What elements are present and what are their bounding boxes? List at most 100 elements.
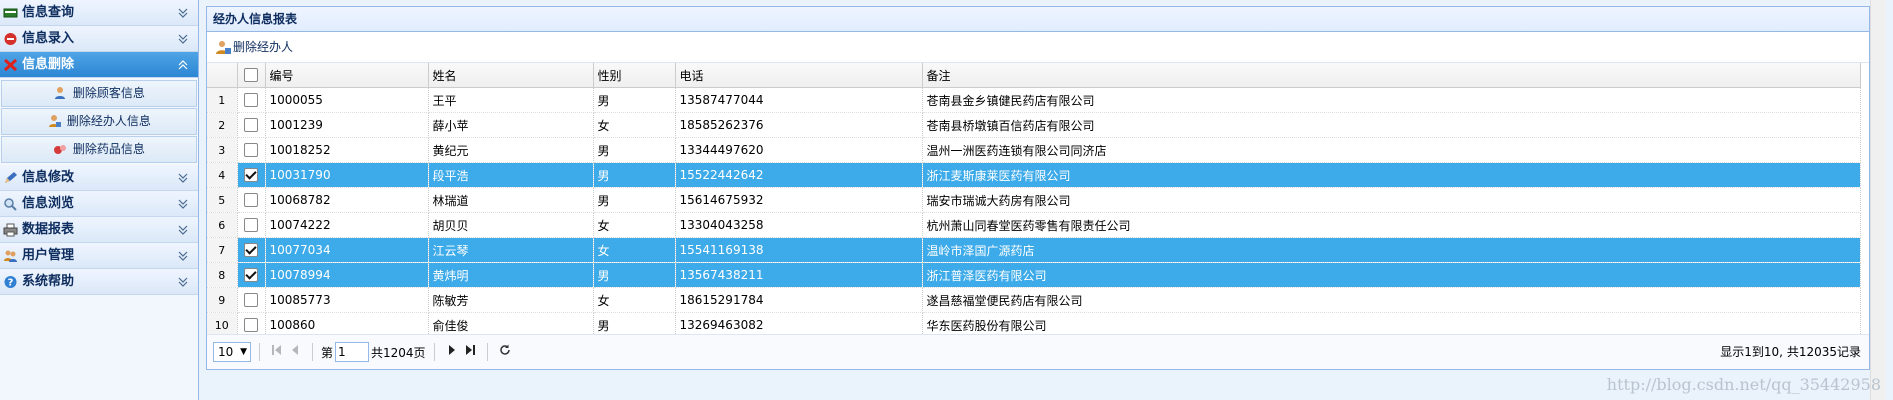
last-page-icon[interactable] [461, 343, 479, 361]
chevron-down-icon[interactable] [176, 243, 190, 269]
col-header-sex[interactable]: 性别 [593, 63, 676, 88]
chevron-down-icon[interactable] [176, 26, 190, 52]
submenu-delete-drug[interactable]: 删除药品信息 [1, 136, 197, 163]
help-icon: ? [4, 276, 17, 289]
menu-system-help[interactable]: ? 系统帮助 [0, 269, 198, 295]
cell-name: 段平浩 [428, 162, 594, 188]
menu-info-entry[interactable]: 信息录入 [0, 26, 198, 52]
toolbar: 删除经办人 [207, 32, 1869, 63]
table-row[interactable]: 1 1000055 王平男 13587477044 苍南县金乡镇健民药店有限公司 [207, 87, 1861, 113]
row-checkbox[interactable] [237, 112, 266, 138]
first-page-icon[interactable] [268, 343, 286, 361]
cell-sex: 女 [593, 212, 676, 238]
page-size-value: 10 [218, 345, 234, 359]
cell-sex: 女 [593, 112, 676, 138]
pager-info: 显示1到10, 共12035记录 [1720, 345, 1861, 359]
menu-label: 信息录入 [22, 31, 75, 46]
menu-info-delete[interactable]: 信息删除 [0, 52, 198, 78]
printer-icon [3, 223, 18, 237]
row-checkbox[interactable] [237, 212, 266, 238]
col-header-name[interactable]: 姓名 [428, 63, 594, 88]
refresh-icon[interactable] [496, 343, 514, 361]
row-checkbox[interactable] [237, 287, 266, 313]
menu-info-modify[interactable]: 信息修改 [0, 165, 198, 191]
cell-name: 黄纪元 [428, 137, 594, 163]
page-size-select[interactable]: 10 ▼ [213, 342, 251, 362]
submenu-delete-customer[interactable]: 删除顾客信息 [1, 80, 197, 107]
table-row[interactable]: 4 10031790 段平浩男 15522442642 浙江麦斯康莱医药有限公司 [207, 162, 1861, 188]
pager-separator [433, 343, 435, 361]
table-row[interactable]: 3 10018252 黄纪元男 13344497620 温州一洲医药连锁有限公司同济店 [207, 137, 1861, 163]
cell-phone: 13344497620 [675, 137, 923, 163]
table-row[interactable]: 5 10068782 林瑞道男 15614675932 瑞安市瑞诚大药房有限公司 [207, 187, 1861, 213]
cell-phone: 15522442642 [675, 162, 923, 188]
menu-user-management[interactable]: 用户管理 [0, 243, 198, 269]
row-checkbox[interactable] [237, 137, 266, 163]
cell-phone: 13304043258 [675, 212, 923, 238]
table-row[interactable]: 9 10085773 陈敏芳女 18615291784 遂昌慈福堂便民药店有限公司 [207, 287, 1861, 313]
row-number: 6 [207, 212, 238, 238]
chevron-down-icon[interactable] [176, 191, 190, 217]
watermark: http://blog.csdn.net/qq_35442958 [1606, 375, 1881, 394]
cell-id: 10085773 [265, 287, 429, 313]
rownum-header [207, 63, 238, 88]
cell-name: 王平 [428, 87, 594, 113]
select-all-checkbox[interactable] [237, 63, 266, 88]
menu-label: 信息查询 [22, 5, 75, 20]
red-circle-icon [4, 33, 17, 45]
pager-separator [312, 343, 313, 361]
menu-info-browse[interactable]: 信息浏览 [0, 191, 198, 217]
col-header-note[interactable]: 备注 [922, 63, 1861, 88]
pager-separator [486, 343, 488, 361]
submenu-delete-agent[interactable]: 删除经办人信息 [1, 108, 197, 135]
cell-name: 胡贝贝 [428, 212, 594, 238]
table-row[interactable]: 6 10074222 胡贝贝女 13304043258 杭州萧山同春堂医药零售有限责任公… [207, 212, 1861, 238]
chevron-down-icon[interactable] [176, 217, 190, 243]
chevron-up-icon[interactable] [176, 52, 190, 78]
cell-sex: 男 [593, 137, 676, 163]
cell-name: 陈敏芳 [428, 287, 594, 313]
table-header-row: 编号 姓名 性别 电话 备注 [207, 63, 1861, 88]
cell-id: 10018252 [265, 137, 429, 163]
table-row[interactable]: 8 10078994 黄炜明男 13567438211 浙江普泽医药有限公司 [207, 262, 1861, 288]
page-number-input[interactable] [335, 342, 370, 362]
cell-note: 苍南县桥墩镇百信药店有限公司 [922, 112, 1861, 138]
row-checkbox[interactable] [237, 262, 266, 288]
cell-phone: 18615291784 [675, 287, 923, 313]
cell-note: 苍南县金乡镇健民药店有限公司 [922, 87, 1861, 113]
chevron-down-icon[interactable] [176, 165, 190, 191]
col-header-phone[interactable]: 电话 [675, 63, 923, 88]
row-checkbox[interactable] [237, 87, 266, 113]
menu-label: 用户管理 [22, 248, 75, 263]
row-number: 2 [207, 112, 238, 138]
table-row[interactable]: 7 10077034 江云琴女 15541169138 温岭市泽国广源药店 [207, 237, 1861, 263]
pager-separator [259, 343, 260, 361]
cell-note: 瑞安市瑞诚大药房有限公司 [922, 187, 1861, 213]
row-number: 9 [207, 287, 238, 313]
cell-note: 遂昌慈福堂便民药店有限公司 [922, 287, 1861, 313]
menu-data-report[interactable]: 数据报表 [0, 217, 198, 243]
cell-phone: 13587477044 [675, 87, 923, 113]
cell-sex: 女 [593, 287, 676, 313]
prev-page-icon[interactable] [286, 343, 304, 361]
credit-card-icon [3, 8, 18, 18]
cell-name: 林瑞道 [428, 187, 594, 213]
delete-agent-button[interactable]: 删除经办人 [215, 40, 293, 54]
cell-name: 薛小苹 [428, 112, 594, 138]
cell-phone: 15541169138 [675, 237, 923, 263]
cell-sex: 男 [593, 162, 676, 188]
chevron-down-icon[interactable] [176, 269, 190, 295]
agent-report-panel: 经办人信息报表 删除经办人 编号 姓名 性别 电话 备注 1 1000055 王平男… [206, 6, 1870, 370]
vertical-scrollbar[interactable] [1870, 0, 1886, 400]
row-number: 3 [207, 137, 238, 163]
menu-info-query[interactable]: 信息查询 [0, 0, 198, 26]
row-number: 7 [207, 237, 238, 263]
chevron-down-icon[interactable] [176, 0, 190, 26]
col-header-id[interactable]: 编号 [265, 63, 429, 88]
next-page-icon[interactable] [443, 343, 461, 361]
row-checkbox[interactable] [237, 187, 266, 213]
row-checkbox[interactable] [237, 237, 266, 263]
delete-agent-label: 删除经办人 [233, 40, 294, 54]
row-checkbox[interactable] [237, 162, 266, 188]
table-row[interactable]: 2 1001239 薛小苹女 18585262376 苍南县桥墩镇百信药店有限公司 [207, 112, 1861, 138]
